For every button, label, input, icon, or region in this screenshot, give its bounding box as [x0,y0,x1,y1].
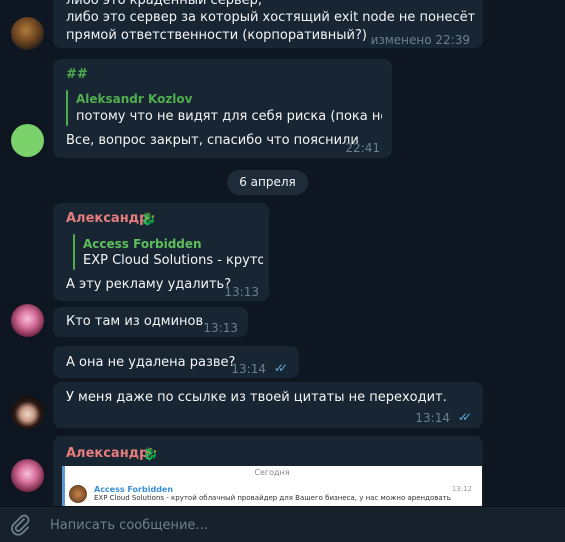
message-time: 13:13 [224,285,259,299]
sender-name[interactable]: Александр [66,210,149,228]
message-bubble[interactable]: Кто там из одминов 13:13 [53,307,248,337]
reply-text[interactable]: потому что не видят для себя риска (пока… [76,108,382,126]
message-composer [0,506,565,542]
message-bubble[interactable]: У меня даже по ссылке из твоей цитаты не… [53,382,483,428]
dragon-icon: 🐉 [141,212,156,226]
message-text: Все, вопрос закрыт, спасибо что пояснили [66,133,359,148]
avatar[interactable] [11,459,44,492]
preview-date: Сегодня [254,468,290,477]
message-time: 22:41 [345,141,380,155]
avatar[interactable] [11,304,44,337]
reply-text[interactable]: EXP Cloud Solutions - круто... [83,252,263,270]
date-separator: 6 апреля [227,170,308,195]
double-check-icon: ✓✓ [457,410,472,424]
sender-name[interactable]: Александр [66,445,149,463]
chat-history[interactable]: либо это краденный сервер, либо это серв… [0,0,565,506]
preview-text: EXP Cloud Solutions - крутой облачный пр… [94,494,451,502]
message-input[interactable] [48,513,552,537]
message-text: У меня даже по ссылке из твоей цитаты не… [66,390,447,405]
avatar [69,485,87,503]
reply-bar [66,90,68,126]
message-text: либо это сервер за который хостящий exit… [66,10,476,25]
message-text: А она не удалена разве? [66,355,236,370]
message-bubble[interactable]: либо это краденный сервер, либо это серв… [53,0,483,48]
message-text: Кто там из одминов [66,314,204,329]
message-text: прямой ответственности (корпоративный?) [66,28,367,43]
message-time: 13:14 [415,411,450,425]
double-check-icon: ✓✓ [273,361,288,375]
message-text: А эту рекламу удалить? [66,277,232,292]
preview-author: Access Forbidden [94,485,174,494]
avatar[interactable] [11,396,44,429]
avatar[interactable] [11,17,44,50]
sender-name: ## [66,67,88,82]
reply-author[interactable]: Aleksandr Kozlov [76,90,192,108]
paperclip-icon[interactable] [9,512,31,536]
message-time: 13:13 [203,321,238,335]
preview-time: 13:12 [451,485,472,493]
message-bubble[interactable]: А она не удалена разве? 13:14 ✓✓ [53,346,299,378]
message-time: изменено 22:39 [370,33,470,47]
dragon-icon: 🐉 [143,447,158,461]
reply-bar [73,234,75,270]
message-time: 13:14 [231,362,266,376]
avatar[interactable] [11,124,44,157]
message-bubble[interactable]: Александр 🐉 Access Forbidden EXP Cloud S… [53,203,269,301]
screenshot-preview[interactable]: Сегодня Access Forbidden EXP Cloud Solut… [62,466,482,506]
reply-author[interactable]: Access Forbidden [83,235,202,253]
message-bubble[interactable]: ## Aleksandr Kozlov потому что не видят … [53,59,392,158]
